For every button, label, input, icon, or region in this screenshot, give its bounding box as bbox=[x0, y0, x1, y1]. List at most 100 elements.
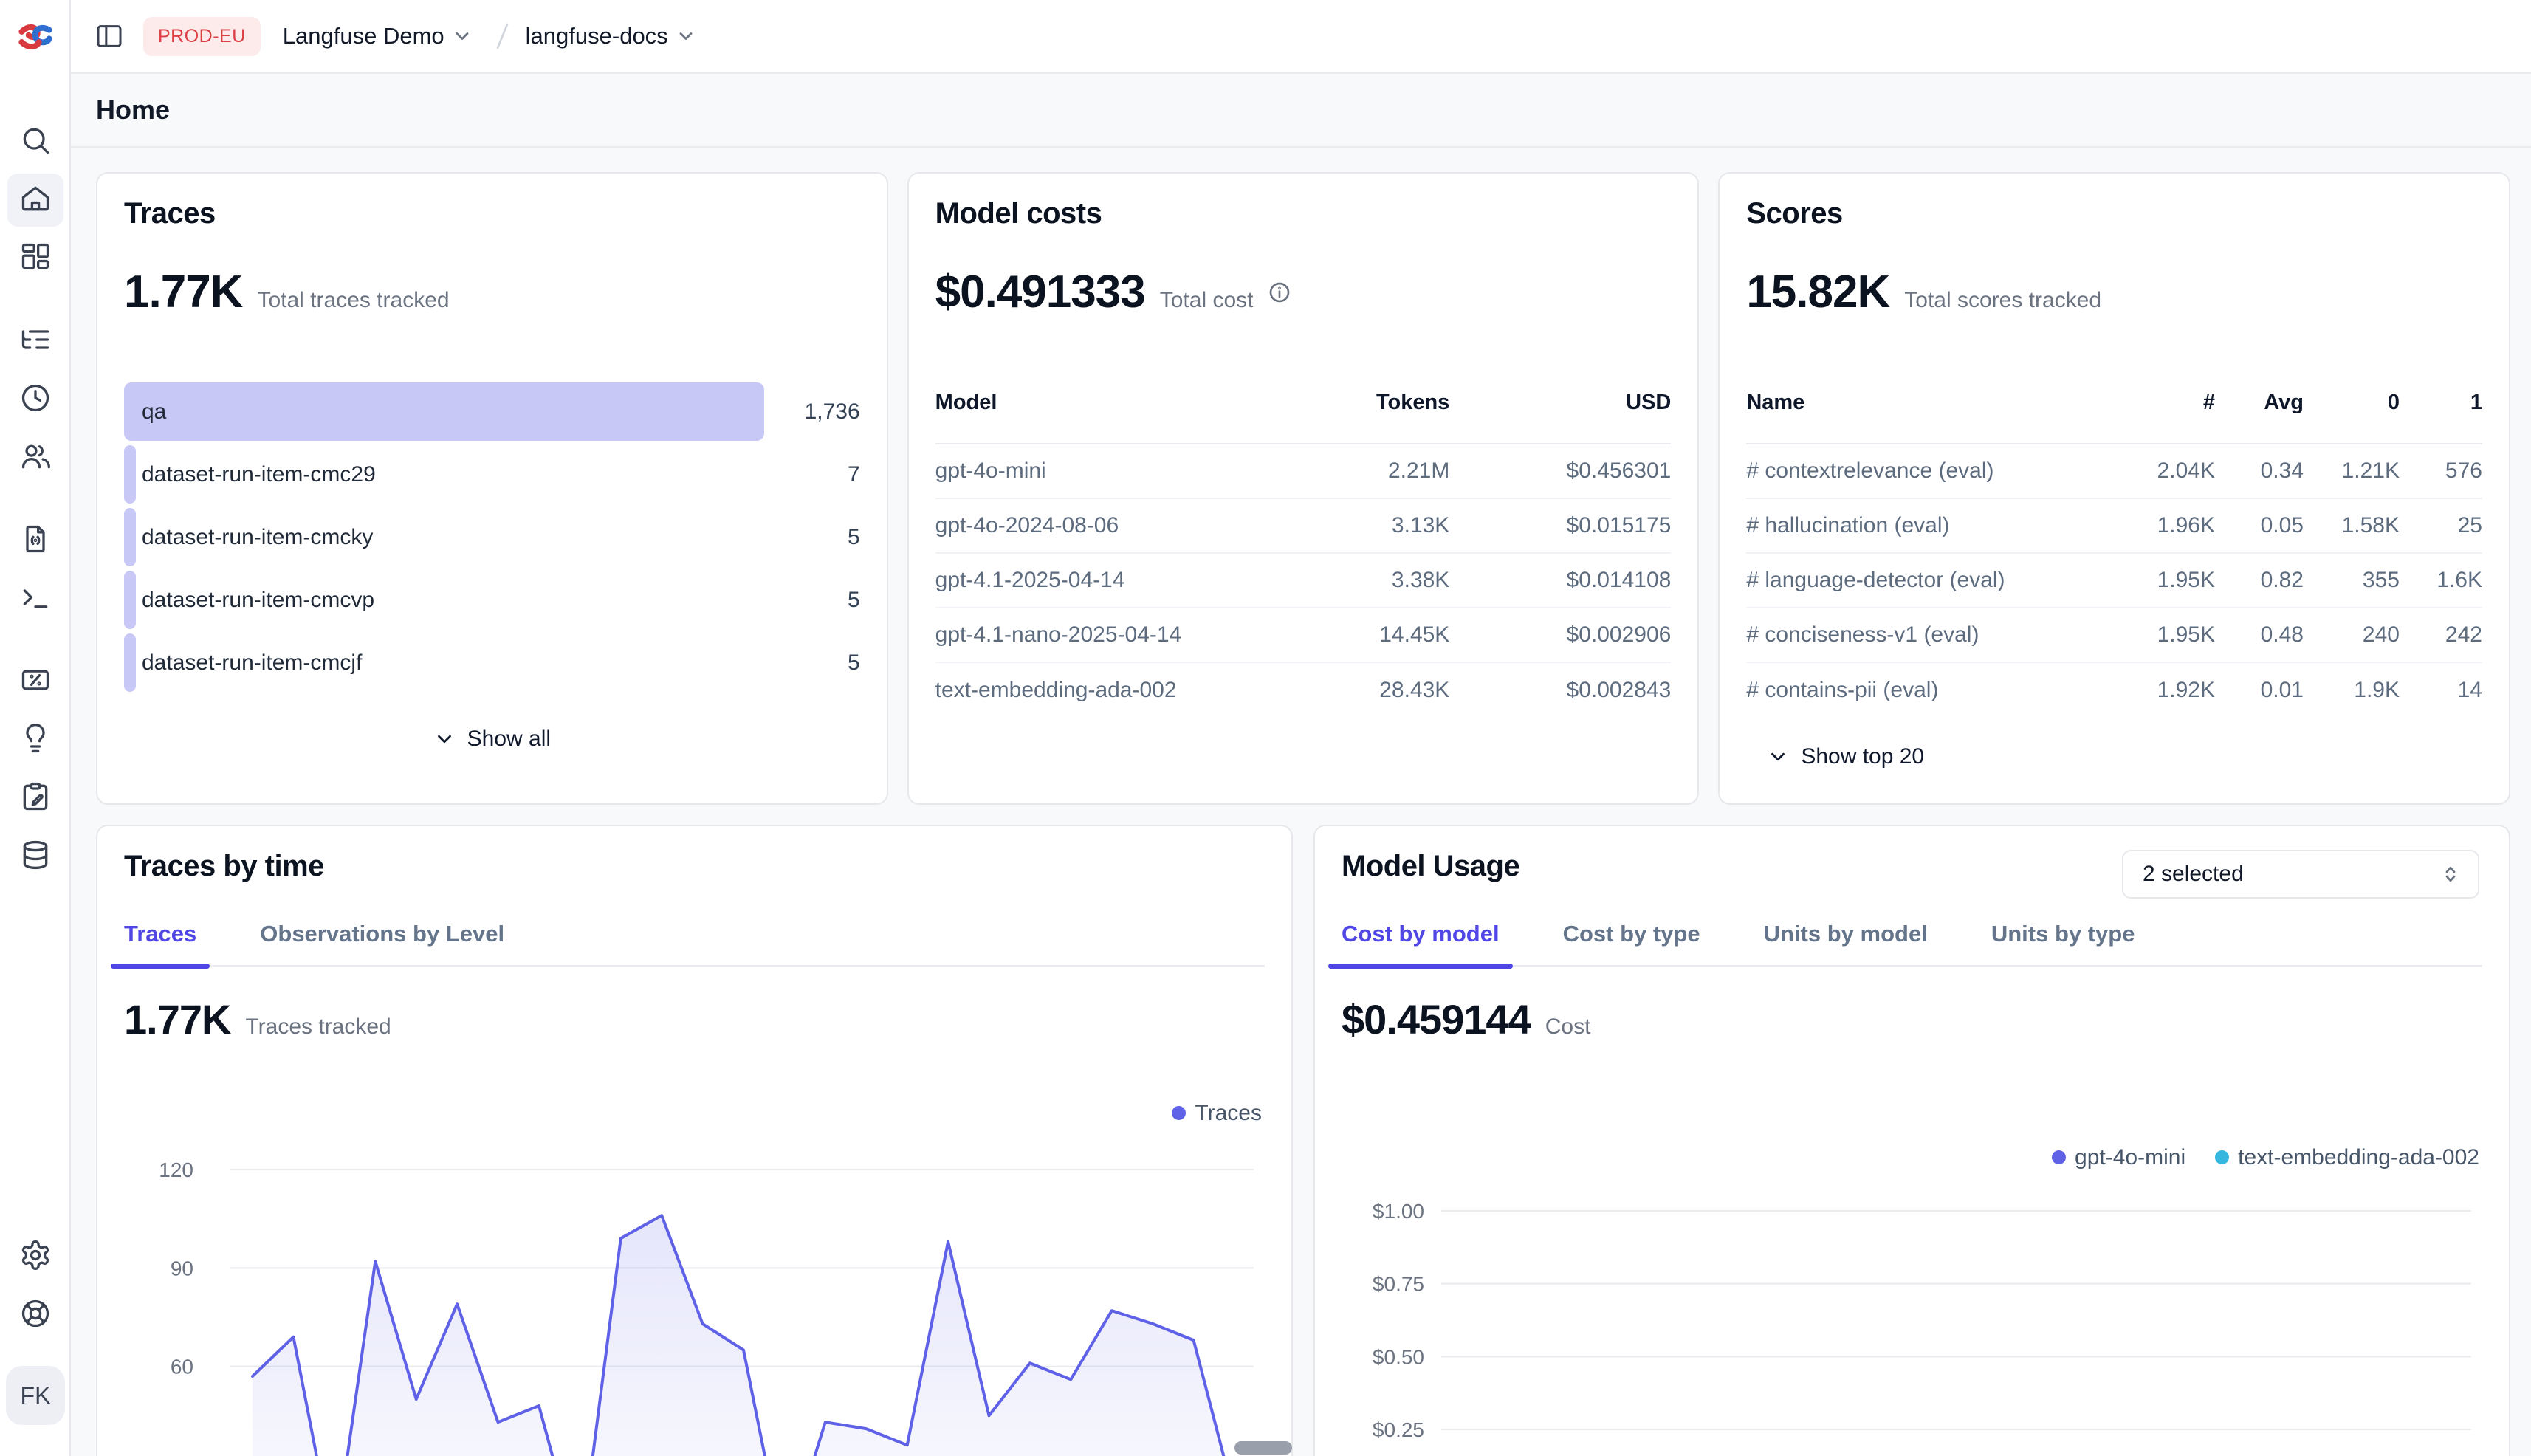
scores-total: 15.82K bbox=[1746, 264, 1889, 321]
tab-units-by-type[interactable]: Units by type bbox=[1991, 921, 2135, 965]
bar-value: 7 bbox=[764, 462, 860, 487]
model-costs-total-caption: Total cost bbox=[1160, 288, 1254, 313]
sidebar-item-home[interactable] bbox=[7, 174, 63, 227]
page-title: Home bbox=[96, 95, 170, 126]
traces-tracked-caption: Traces tracked bbox=[245, 1014, 391, 1040]
user-avatar[interactable]: FK bbox=[6, 1366, 65, 1425]
sidebar-toggle-button[interactable] bbox=[95, 21, 124, 51]
bar-value: 5 bbox=[764, 650, 860, 676]
trace-bar-row: dataset-run-item-cmcjf 5 bbox=[124, 631, 860, 694]
table-row: # contextrelevance (eval)2.04K0.341.21K5… bbox=[1746, 444, 2482, 499]
scores-table: Name # Avg 0 1 # contextrelevance (eval)… bbox=[1746, 391, 2482, 718]
model-usage-chart-svg: $1.00 $0.75 $0.50 $0.25 bbox=[1342, 1139, 2485, 1456]
traces-by-time-card: Traces by time Traces Observations by Le… bbox=[96, 825, 1293, 1456]
table-row: # contains-pii (eval)1.92K0.011.9K14 bbox=[1746, 663, 2482, 718]
model-costs-card: Model costs $0.491333 Total cost Model T… bbox=[907, 172, 1700, 805]
sidebar-item-insights[interactable] bbox=[7, 713, 63, 766]
svg-text:$0.25: $0.25 bbox=[1373, 1418, 1424, 1441]
panel-left-icon bbox=[95, 21, 124, 51]
sidebar: FK bbox=[0, 0, 71, 1456]
horizontal-scrollbar-thumb[interactable] bbox=[1234, 1441, 1292, 1455]
environment-badge[interactable]: PROD-EU bbox=[143, 17, 261, 56]
svg-text:$1.00: $1.00 bbox=[1373, 1200, 1424, 1223]
trace-bar-row: dataset-run-item-cmc29 7 bbox=[124, 443, 860, 506]
trace-bar-row: qa 1,736 bbox=[124, 380, 860, 443]
org-name: Langfuse Demo bbox=[283, 23, 444, 49]
langfuse-logo-icon[interactable] bbox=[15, 16, 56, 58]
bar-label: dataset-run-item-cmcvp bbox=[142, 588, 374, 613]
support-button[interactable] bbox=[7, 1288, 63, 1342]
tab-cost-by-type[interactable]: Cost by type bbox=[1563, 921, 1700, 965]
org-switcher[interactable]: Langfuse Demo bbox=[283, 23, 473, 49]
sidebar-item-tracing[interactable] bbox=[7, 315, 63, 368]
search-icon bbox=[19, 124, 52, 160]
sidebar-item-datasets[interactable] bbox=[7, 830, 63, 883]
sidebar-item-playground[interactable] bbox=[7, 572, 63, 625]
table-row: text-embedding-ada-00228.43K$0.002843 bbox=[935, 663, 1672, 718]
sidebar-item-evaluation[interactable] bbox=[7, 655, 63, 708]
svg-text:$0.75: $0.75 bbox=[1373, 1273, 1424, 1296]
chevron-down-icon bbox=[676, 26, 696, 47]
home-icon bbox=[19, 182, 52, 219]
sidebar-item-sessions[interactable] bbox=[7, 373, 63, 426]
table-row: gpt-4.1-2025-04-143.38K$0.014108 bbox=[935, 554, 1672, 608]
traces-total-caption: Total traces tracked bbox=[257, 288, 449, 313]
bar-label: dataset-run-item-cmc29 bbox=[142, 462, 376, 487]
bar-value: 5 bbox=[764, 525, 860, 550]
traces-total: 1.77K bbox=[124, 264, 242, 321]
sidebar-item-users[interactable] bbox=[7, 431, 63, 484]
svg-text:60: 60 bbox=[171, 1356, 193, 1378]
sidebar-nav bbox=[0, 115, 71, 888]
show-all-button[interactable]: Show all bbox=[124, 727, 860, 752]
sidebar-item-annotation[interactable] bbox=[7, 772, 63, 825]
bar-label: dataset-run-item-cmcjf bbox=[142, 650, 362, 676]
bar-value: 1,736 bbox=[764, 399, 860, 425]
project-switcher[interactable]: langfuse-docs bbox=[526, 23, 696, 49]
model-select-dropdown[interactable]: 2 selected bbox=[2122, 850, 2479, 899]
model-select-value: 2 selected bbox=[2143, 862, 2244, 887]
chevron-down-icon bbox=[433, 728, 456, 750]
scores-card-title: Scores bbox=[1746, 196, 2482, 231]
tracing-tree-icon bbox=[19, 323, 52, 360]
traces-card-title: Traces bbox=[124, 196, 860, 231]
tab-cost-by-model[interactable]: Cost by model bbox=[1342, 921, 1500, 965]
dashboards-grid-icon bbox=[19, 241, 52, 277]
bar-value: 5 bbox=[764, 588, 860, 613]
trace-bar-row: dataset-run-item-cmcky 5 bbox=[124, 506, 860, 569]
legend-dot-traces bbox=[1172, 1106, 1186, 1120]
traces-tracked-value: 1.77K bbox=[124, 994, 230, 1045]
svg-text:$0.50: $0.50 bbox=[1373, 1345, 1424, 1368]
playground-terminal-icon bbox=[19, 581, 52, 617]
support-lifebuoy-icon bbox=[19, 1297, 52, 1333]
scores-card: Scores 15.82K Total scores tracked Name … bbox=[1718, 172, 2510, 805]
tab-observations-by-level[interactable]: Observations by Level bbox=[260, 921, 504, 965]
users-icon bbox=[19, 440, 52, 476]
settings-button[interactable] bbox=[7, 1230, 63, 1283]
sidebar-item-prompts[interactable] bbox=[7, 514, 63, 567]
prompts-file-icon bbox=[19, 523, 52, 559]
breadcrumb-slash-icon bbox=[492, 20, 512, 52]
table-row: gpt-4o-2024-08-063.13K$0.015175 bbox=[935, 499, 1672, 554]
sidebar-item-search[interactable] bbox=[7, 115, 63, 168]
info-icon[interactable] bbox=[1268, 281, 1291, 304]
tab-traces[interactable]: Traces bbox=[124, 921, 196, 965]
evals-percent-icon bbox=[19, 664, 52, 700]
lightbulb-icon bbox=[19, 722, 52, 758]
tab-units-by-model[interactable]: Units by model bbox=[1764, 921, 1928, 965]
traces-by-time-tabs: Traces Observations by Level bbox=[124, 921, 1265, 967]
traces-chart-legend: Traces bbox=[1172, 1101, 1262, 1126]
model-usage-cost-value: $0.459144 bbox=[1342, 994, 1531, 1045]
traces-by-time-title: Traces by time bbox=[124, 848, 1265, 884]
svg-text:90: 90 bbox=[171, 1257, 193, 1280]
chevron-down-icon bbox=[1767, 746, 1789, 768]
scores-total-caption: Total scores tracked bbox=[1904, 288, 2101, 313]
trace-bar-row: dataset-run-item-cmcvp 5 bbox=[124, 569, 860, 631]
chevrons-up-down-icon bbox=[2439, 863, 2462, 885]
sessions-clock-icon bbox=[19, 382, 52, 418]
table-row: # conciseness-v1 (eval)1.95K0.48240242 bbox=[1746, 608, 2482, 663]
model-usage-card: Model Usage 2 selected Cost by model Cos… bbox=[1313, 825, 2510, 1456]
sidebar-item-dashboards[interactable] bbox=[7, 232, 63, 285]
show-top-20-button[interactable]: Show top 20 bbox=[1746, 744, 2482, 769]
topbar: PROD-EU Langfuse Demo langfuse-docs bbox=[71, 0, 2531, 74]
svg-text:120: 120 bbox=[159, 1158, 193, 1181]
